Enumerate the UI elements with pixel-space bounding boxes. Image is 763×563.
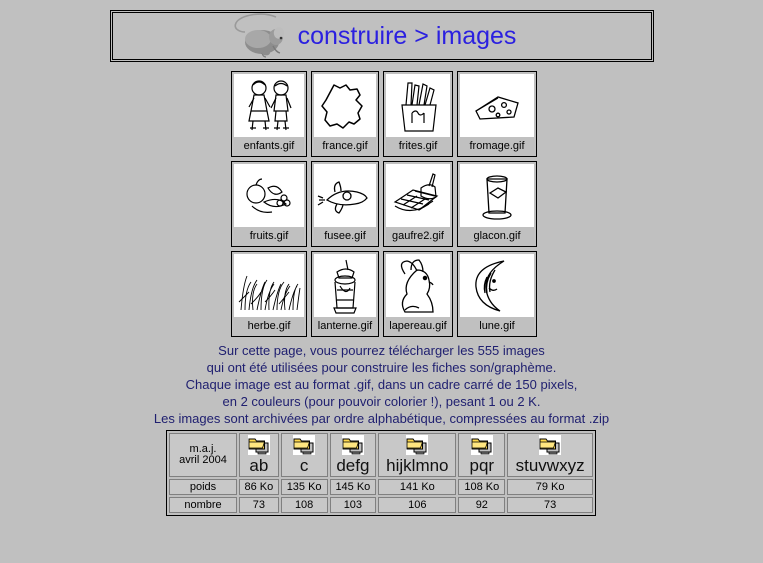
thumbnail-herbe[interactable]: herbe.gif [231,251,307,337]
thumbnail-fusee[interactable]: fusee.gif [311,161,379,247]
thumbnail-enfants[interactable]: enfants.gif [231,71,307,157]
table-row-header: m.a.j. avril 2004 ab c defg hijklmno pqr… [169,433,593,477]
thumbnail-lanterne[interactable]: lanterne.gif [311,251,379,337]
poids-value: 108 Ko [458,479,506,495]
lantern-drawing-icon [314,254,376,317]
thumbnail-caption: fruits.gif [234,227,304,246]
poids-value: 141 Ko [378,479,457,495]
thumbnail-frites[interactable]: frites.gif [383,71,453,157]
france-map-drawing-icon [314,74,376,137]
description-line-4: en 2 couleurs (pour pouvoir colorier !),… [222,394,541,409]
download-folder-icon [341,435,364,455]
download-letters: stuvwxyz [515,456,585,475]
thumbnail-caption: lapereau.gif [386,317,450,336]
thumbnail-caption: lune.gif [460,317,534,336]
nombre-value: 92 [458,497,506,513]
gallery-row: enfants.gif france.gif frites.gif fromag… [231,71,537,157]
thumbnail-caption: glacon.gif [460,227,534,246]
cheese-drawing-icon [460,74,534,137]
update-label-line2: avril 2004 [179,454,227,466]
thumbnail-fruits[interactable]: fruits.gif [231,161,307,247]
download-letters: defg [336,456,370,475]
waffle-drawing-icon [386,164,450,227]
poids-value: 86 Ko [239,479,279,495]
download-letters: ab [249,456,269,475]
mouse-icon [232,13,294,59]
download-folder-icon [470,435,493,455]
poids-value: 145 Ko [329,479,377,495]
update-date-cell: m.a.j. avril 2004 [169,433,237,477]
thumbnail-lune[interactable]: lune.gif [457,251,537,337]
thumbnail-caption: lanterne.gif [314,317,376,336]
download-folder-icon [406,435,429,455]
thumbnail-fromage[interactable]: fromage.gif [457,71,537,157]
download-folder-icon [539,435,562,455]
thumbnail-caption: fusee.gif [314,227,376,246]
table-row-poids: poids 86 Ko 135 Ko 145 Ko 141 Ko 108 Ko … [169,479,593,495]
description-line-3: Chaque image est au format .gif, dans un… [185,377,578,392]
nombre-value: 103 [329,497,377,513]
download-cell-pqr[interactable]: pqr [458,433,506,477]
ice-cube-glass-drawing-icon [460,164,534,227]
thumbnail-france[interactable]: france.gif [311,71,379,157]
rocket-drawing-icon [314,164,376,227]
description-line-5: Les images sont archivées par ordre alph… [153,411,610,426]
gallery-row: herbe.gif lanterne.gif lapereau.gif lune… [231,251,537,337]
grass-drawing-icon [234,254,304,317]
header-banner: construire > images [110,10,654,62]
download-letters: hijklmno [386,456,449,475]
poids-value: 135 Ko [280,479,328,495]
fries-drawing-icon [386,74,450,137]
thumbnail-lapereau[interactable]: lapereau.gif [383,251,453,337]
fruits-drawing-icon [234,164,304,227]
nombre-value: 108 [280,497,328,513]
download-cell-hijklmno[interactable]: hijklmno [378,433,457,477]
thumbnail-caption: frites.gif [386,137,450,156]
download-cell-stuvwxyz[interactable]: stuvwxyz [507,433,593,477]
description-line-1: Sur cette page, vous pourrez télécharger… [218,343,545,358]
thumbnail-glacon[interactable]: glacon.gif [457,161,537,247]
row-label-nombre: nombre [169,497,237,513]
description-line-2: qui ont été utilisées pour construire le… [206,360,557,375]
thumbnail-caption: enfants.gif [234,137,304,156]
download-letters: c [299,456,309,475]
thumbnail-caption: gaufre2.gif [386,227,450,246]
children-drawing-icon [234,74,304,137]
download-letters: pqr [469,456,495,475]
image-gallery: enfants.gif france.gif frites.gif fromag… [231,71,537,341]
table-row-nombre: nombre 73 108 103 106 92 73 [169,497,593,513]
page-root: construire > images enfants.gif france.g… [0,0,763,563]
thumbnail-caption: herbe.gif [234,317,304,336]
download-folder-icon [247,435,270,455]
page-title: construire > images [297,22,517,50]
row-label-poids: poids [169,479,237,495]
moon-drawing-icon [460,254,534,317]
thumbnail-caption: fromage.gif [460,137,534,156]
nombre-value: 73 [239,497,279,513]
download-folder-icon [293,435,316,455]
header-inner: construire > images [232,13,517,59]
download-cell-ab[interactable]: ab [239,433,279,477]
thumbnail-caption: france.gif [314,137,376,156]
poids-value: 79 Ko [507,479,593,495]
nombre-value: 106 [378,497,457,513]
thumbnail-gaufre2[interactable]: gaufre2.gif [383,161,453,247]
nombre-value: 73 [507,497,593,513]
rabbit-drawing-icon [386,254,450,317]
download-cell-c[interactable]: c [280,433,328,477]
download-cell-defg[interactable]: defg [329,433,377,477]
gallery-row: fruits.gif fusee.gif gaufre2.gif glacon.… [231,161,537,247]
download-table: m.a.j. avril 2004 ab c defg hijklmno pqr… [166,430,596,516]
download-table-wrapper: m.a.j. avril 2004 ab c defg hijklmno pqr… [166,430,596,516]
description-text: Sur cette page, vous pourrez télécharger… [0,342,763,427]
